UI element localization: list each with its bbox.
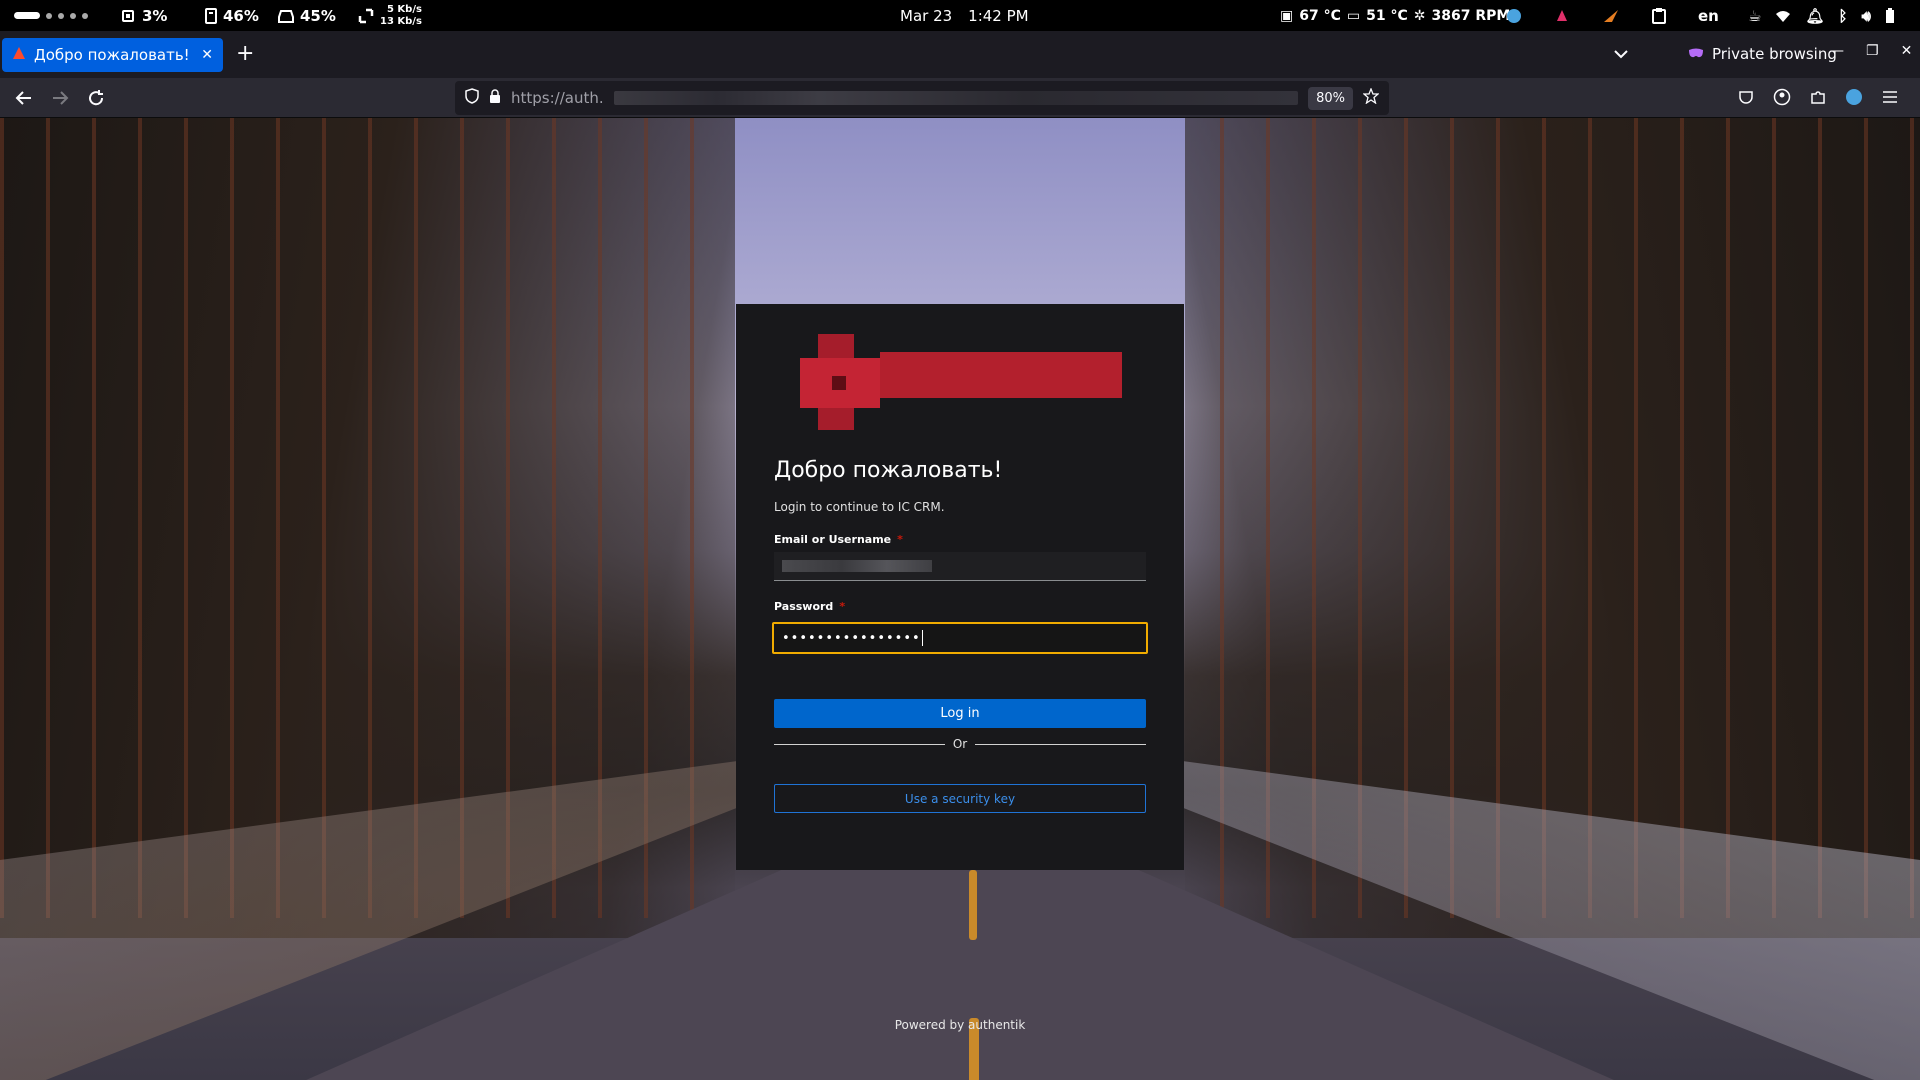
text-caret	[921, 630, 923, 646]
fan-icon: ✲	[1413, 7, 1426, 24]
keyboard-layout[interactable]: en	[1698, 0, 1719, 31]
browser-tab-bar: Добро пожаловать! - UN ✕ + Private brows…	[0, 31, 1920, 78]
zoom-level-button[interactable]: 80%	[1308, 86, 1353, 110]
bluetooth-icon: ᛒ	[1838, 6, 1848, 25]
lock-icon[interactable]	[489, 88, 501, 108]
powered-by-footer[interactable]: Powered by authentik	[0, 1018, 1920, 1032]
password-field[interactable]: ••••••••••••••••	[772, 622, 1148, 654]
cpu-icon	[120, 8, 136, 24]
toolbar-right	[1735, 86, 1901, 108]
coffee-icon: ☕	[1748, 6, 1762, 25]
wifi-icon	[1775, 9, 1791, 23]
page-content: Добро пожаловать! Login to continue to I…	[0, 118, 1920, 1080]
username-field[interactable]	[774, 552, 1146, 581]
close-tab-icon[interactable]: ✕	[201, 47, 213, 63]
login-card: Добро пожаловать! Login to continue to I…	[736, 304, 1184, 870]
browser-nav-bar: https://auth. 80%	[0, 78, 1920, 118]
extensions-puzzle-icon[interactable]	[1807, 86, 1829, 108]
bookmark-star-icon[interactable]	[1362, 87, 1380, 108]
brand-logo	[800, 334, 1122, 430]
required-asterisk: *	[839, 600, 846, 613]
network-arrows-icon	[358, 8, 374, 24]
tab-active[interactable]: Добро пожаловать! - UN ✕	[2, 38, 223, 72]
page-title: Добро пожаловать!	[774, 458, 1003, 483]
system-top-bar: 3% 46% 45% 5 Kb/s 13 Kb/s Mar 23 1:42 PM…	[0, 0, 1920, 31]
restore-icon[interactable]: ❐	[1866, 43, 1879, 59]
new-tab-button[interactable]: +	[236, 43, 254, 65]
list-tabs-chevron-down-icon[interactable]	[1610, 43, 1632, 65]
volume-icon: 🔊︎	[1861, 6, 1871, 25]
tray-app-3-icon[interactable]	[1602, 0, 1620, 31]
disk-icon	[278, 9, 294, 23]
or-divider: Or	[774, 735, 1147, 753]
username-label: Email or Username *	[774, 533, 903, 546]
password-label: Password *	[774, 600, 846, 613]
tab-title: Добро пожаловать! - UN	[34, 46, 193, 64]
battery-icon	[1885, 7, 1895, 24]
login-subtitle: Login to continue to IC CRM.	[774, 500, 945, 514]
sensors: ▣ 67 °C ▭ 51 °C ✲ 3867 RPM	[1280, 7, 1511, 24]
gpu-icon: ▭	[1346, 7, 1361, 24]
memory-icon	[205, 7, 217, 24]
private-browsing-indicator: Private browsing	[1688, 43, 1837, 65]
url-redacted	[613, 91, 1299, 105]
hamburger-menu-icon[interactable]	[1879, 86, 1901, 108]
back-arrow-icon[interactable]	[12, 86, 36, 110]
network-speed: 5 Kb/s 13 Kb/s	[358, 0, 422, 31]
reload-icon[interactable]	[84, 86, 108, 110]
status-icons[interactable]: ☕ 🔔︎ ᛒ 🔊︎	[1748, 0, 1895, 31]
private-mask-icon	[1688, 45, 1704, 63]
clock[interactable]: Mar 23 1:42 PM	[900, 0, 1029, 31]
minimize-icon[interactable]: —	[1830, 43, 1844, 59]
cpu-usage: 3%	[120, 0, 167, 31]
url-text: https://auth.	[511, 89, 604, 107]
memory-usage: 46%	[205, 0, 259, 31]
username-redacted	[782, 560, 932, 572]
authentik-favicon-icon	[12, 46, 26, 64]
login-button[interactable]: Log in	[774, 699, 1146, 728]
url-bar[interactable]: https://auth. 80%	[455, 81, 1389, 115]
notification-bell-icon: 🔔︎	[1805, 6, 1825, 25]
tray-app-2-icon[interactable]	[1554, 0, 1570, 31]
account-icon[interactable]	[1771, 86, 1793, 108]
window-controls: — ❐ ✕	[1830, 43, 1912, 59]
security-key-button[interactable]: Use a security key	[774, 784, 1146, 813]
tracking-protection-shield-icon[interactable]	[465, 88, 479, 108]
required-asterisk: *	[897, 533, 903, 546]
forward-arrow-icon[interactable]	[48, 86, 72, 110]
extension-app-icon[interactable]	[1843, 86, 1865, 108]
disk-usage: 45%	[278, 0, 336, 31]
chip-icon: ▣	[1280, 7, 1294, 24]
tray-app-1-icon[interactable]	[1506, 0, 1522, 31]
workspace-indicator[interactable]	[14, 0, 88, 31]
clipboard-icon[interactable]	[1652, 0, 1666, 31]
pocket-icon[interactable]	[1735, 86, 1757, 108]
close-window-icon[interactable]: ✕	[1901, 43, 1913, 59]
